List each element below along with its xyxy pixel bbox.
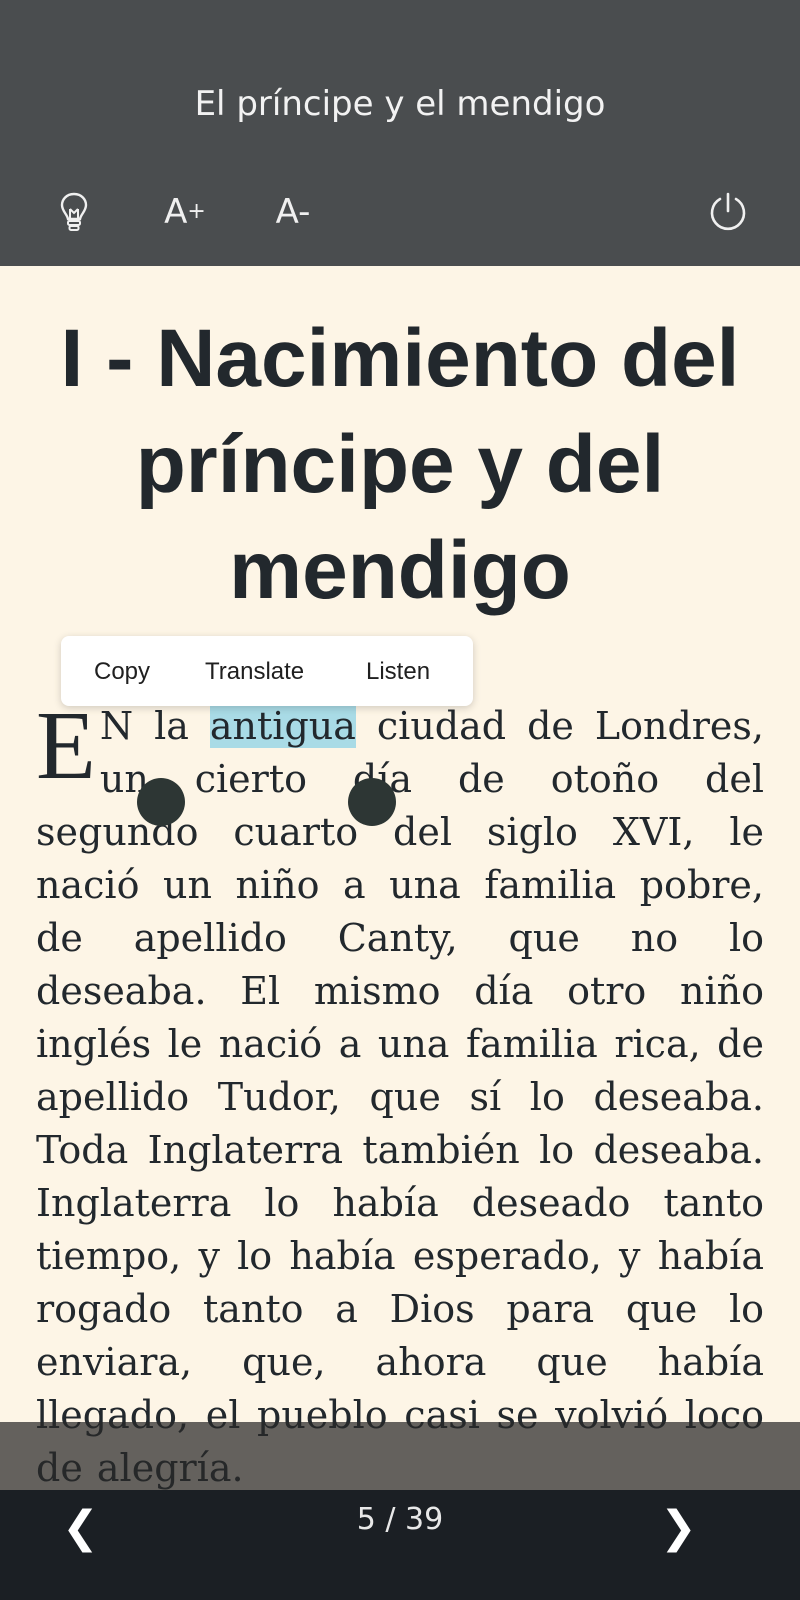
selected-text[interactable]: antigua (209, 704, 356, 748)
font-decrease-label: A- (275, 192, 311, 232)
lightbulb-button[interactable] (52, 186, 96, 238)
bottom-overlay (0, 1422, 800, 1490)
text-before-selection: N la (99, 704, 210, 748)
power-button[interactable] (706, 186, 750, 238)
selection-end-handle[interactable] (348, 778, 396, 826)
font-increase-button[interactable]: A + (160, 186, 210, 238)
font-decrease-button[interactable]: A- (268, 186, 318, 238)
next-page-button[interactable]: ❯ (660, 1506, 697, 1550)
drop-cap: E (36, 692, 96, 800)
listen-button[interactable]: Listen (366, 658, 430, 686)
selection-start-handle[interactable] (137, 778, 185, 826)
chapter-title: I - Nacimiento del príncipe y del mendig… (60, 313, 740, 616)
lightbulb-icon (60, 192, 88, 231)
page-navigation-bar: ❮ 5 / 39 ❯ (0, 1490, 800, 1600)
font-increase-label: A (164, 192, 188, 232)
text-selection-menu: Copy Translate Listen (61, 636, 473, 706)
translate-button[interactable]: Translate (205, 658, 304, 686)
font-increase-sign: + (187, 199, 206, 224)
power-icon (710, 192, 746, 231)
text-after-selection: ciudad de Londres, un cierto día de otoñ… (36, 704, 764, 1490)
top-toolbar: El príncipe y el mendigo A + A- (0, 0, 800, 266)
book-title: El príncipe y el mendigo (194, 84, 606, 124)
copy-button[interactable]: Copy (94, 658, 150, 686)
